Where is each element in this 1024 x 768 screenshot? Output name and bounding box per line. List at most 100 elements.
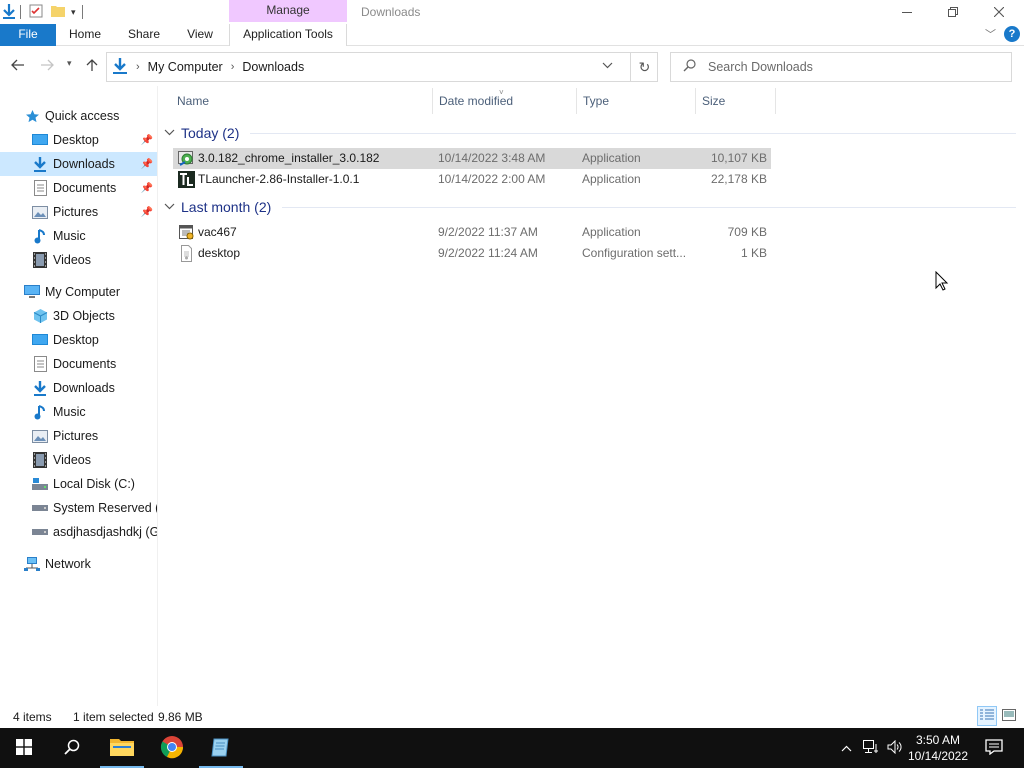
- videos-icon: [32, 252, 48, 268]
- back-arrow-icon[interactable]: [11, 58, 25, 74]
- maximize-button[interactable]: [930, 0, 976, 24]
- action-center-button[interactable]: [980, 728, 1008, 768]
- chevron-up-icon: [841, 741, 852, 755]
- search-taskbar-button[interactable]: [48, 728, 96, 768]
- music-icon: [32, 404, 48, 420]
- nav-qa-documents[interactable]: Documents 📌: [0, 176, 157, 200]
- recent-locations-chevron-icon[interactable]: ▾: [67, 58, 72, 69]
- app-taskbar-button[interactable]: [197, 728, 245, 768]
- minimize-button[interactable]: [884, 0, 930, 24]
- pin-icon[interactable]: 📌: [141, 159, 153, 170]
- nav-qa-videos[interactable]: Videos: [0, 248, 157, 272]
- download-arrow-icon[interactable]: [2, 3, 16, 22]
- taskbar-clock[interactable]: 3:50 AM 10/14/2022: [900, 732, 976, 764]
- breadcrumb-downloads[interactable]: Downloads: [242, 60, 304, 74]
- start-button[interactable]: [0, 728, 48, 768]
- pin-icon[interactable]: 📌: [141, 135, 153, 146]
- network-tray-button[interactable]: [860, 728, 882, 768]
- file-row[interactable]: TLauncher-2.86-Installer-1.0.1 10/14/202…: [173, 169, 771, 190]
- downloads-icon: [32, 380, 48, 396]
- collapse-chevron-icon[interactable]: [164, 127, 175, 139]
- address-dropdown-icon[interactable]: [602, 60, 613, 72]
- column-header-size[interactable]: Size: [696, 88, 776, 114]
- refresh-button[interactable]: ↻: [630, 52, 658, 82]
- title-bar: ▾ Manage Downloads: [0, 0, 1024, 24]
- group-label: Today (2): [181, 125, 240, 141]
- collapse-chevron-icon[interactable]: [164, 201, 175, 213]
- manage-context-tab[interactable]: Manage: [229, 0, 347, 22]
- tab-share[interactable]: Share: [122, 24, 166, 46]
- pin-icon[interactable]: 📌: [141, 183, 153, 194]
- nav-label: My Computer: [45, 285, 121, 299]
- search-box[interactable]: [670, 52, 1012, 82]
- sort-descending-icon: ˅: [499, 88, 504, 97]
- nav-downloads[interactable]: Downloads: [0, 376, 157, 400]
- nav-system-reserved[interactable]: System Reserved (E:: [0, 496, 157, 520]
- close-button[interactable]: [976, 0, 1022, 24]
- nav-label: Downloads: [53, 381, 115, 395]
- file-row[interactable]: desktop 9/2/2022 11:24 AM Configuration …: [173, 243, 771, 264]
- taskbar: 3:50 AM 10/14/2022: [0, 728, 1024, 768]
- tab-application-tools[interactable]: Application Tools: [229, 24, 347, 46]
- drive-icon: [32, 524, 48, 540]
- chrome-taskbar-button[interactable]: [148, 728, 196, 768]
- ribbon-tabs: File Home Share View Application Tools ﹀…: [0, 24, 1024, 46]
- desktop-icon: [32, 332, 48, 348]
- nav-network[interactable]: Network: [0, 552, 157, 576]
- breadcrumb-separator-icon[interactable]: ›: [231, 61, 235, 73]
- nav-label: Desktop: [53, 333, 99, 347]
- breadcrumb-my-computer[interactable]: My Computer: [148, 60, 223, 74]
- drive-icon: [32, 500, 48, 516]
- nav-documents[interactable]: Documents: [0, 352, 157, 376]
- help-icon[interactable]: ?: [1004, 26, 1020, 42]
- tab-file[interactable]: File: [0, 24, 56, 46]
- large-icons-view-button[interactable]: [999, 706, 1019, 726]
- app-icon: [178, 224, 195, 241]
- tab-view[interactable]: View: [180, 24, 220, 46]
- nav-videos[interactable]: Videos: [0, 448, 157, 472]
- nav-qa-music[interactable]: Music: [0, 224, 157, 248]
- notification-icon: [985, 738, 1003, 758]
- nav-qa-pictures[interactable]: Pictures 📌: [0, 200, 157, 224]
- file-size: 22,178 KB: [710, 172, 767, 186]
- expand-ribbon-icon[interactable]: ﹀: [985, 26, 996, 42]
- properties-icon[interactable]: [29, 4, 43, 21]
- show-hidden-icons-button[interactable]: [836, 728, 856, 768]
- up-arrow-icon[interactable]: [86, 58, 98, 75]
- nav-desktop[interactable]: Desktop: [0, 328, 157, 352]
- nav-qa-downloads[interactable]: Downloads 📌: [0, 152, 157, 176]
- tab-home[interactable]: Home: [62, 24, 108, 46]
- forward-arrow-icon[interactable]: [40, 58, 54, 74]
- nav-music[interactable]: Music: [0, 400, 157, 424]
- nav-local-disk-c[interactable]: Local Disk (C:): [0, 472, 157, 496]
- group-header-last-month[interactable]: Last month (2): [164, 197, 271, 217]
- address-bar[interactable]: › My Computer › Downloads: [106, 52, 658, 82]
- new-folder-icon[interactable]: [51, 5, 65, 20]
- nav-pictures[interactable]: Pictures: [0, 424, 157, 448]
- file-row[interactable]: 3.0.182_chrome_installer_3.0.182 10/14/2…: [173, 148, 771, 169]
- nav-3d-objects[interactable]: 3D Objects: [0, 304, 157, 328]
- nav-drive-g[interactable]: asdjhasdjashdkj (G:): [0, 520, 157, 544]
- hard-drive-icon: [32, 476, 48, 492]
- nav-quick-access[interactable]: Quick access: [0, 104, 157, 128]
- column-header-name[interactable]: Name: [171, 88, 433, 114]
- details-view-button[interactable]: [977, 706, 997, 726]
- column-header-type[interactable]: Type: [577, 88, 696, 114]
- nav-qa-desktop[interactable]: Desktop 📌: [0, 128, 157, 152]
- column-header-date-modified[interactable]: Date modified: [433, 88, 577, 114]
- file-explorer-taskbar-button[interactable]: [98, 728, 146, 768]
- file-row[interactable]: vac467 9/2/2022 11:37 AM Application 709…: [173, 222, 771, 243]
- nav-label: System Reserved (E:: [53, 501, 157, 515]
- customize-toolbar-dropdown-icon[interactable]: ▾: [71, 7, 76, 18]
- search-input[interactable]: [708, 60, 998, 74]
- star-icon: [24, 108, 40, 124]
- group-header-today[interactable]: Today (2): [164, 123, 239, 143]
- pane-splitter[interactable]: [157, 86, 158, 706]
- breadcrumb-separator-icon[interactable]: ›: [136, 61, 140, 73]
- pin-icon[interactable]: 📌: [141, 207, 153, 218]
- details-view-icon: [980, 709, 994, 724]
- nav-my-computer[interactable]: My Computer: [0, 280, 157, 304]
- search-icon: [683, 59, 696, 75]
- downloads-icon: [32, 156, 48, 172]
- toolbar-separator: [20, 5, 21, 19]
